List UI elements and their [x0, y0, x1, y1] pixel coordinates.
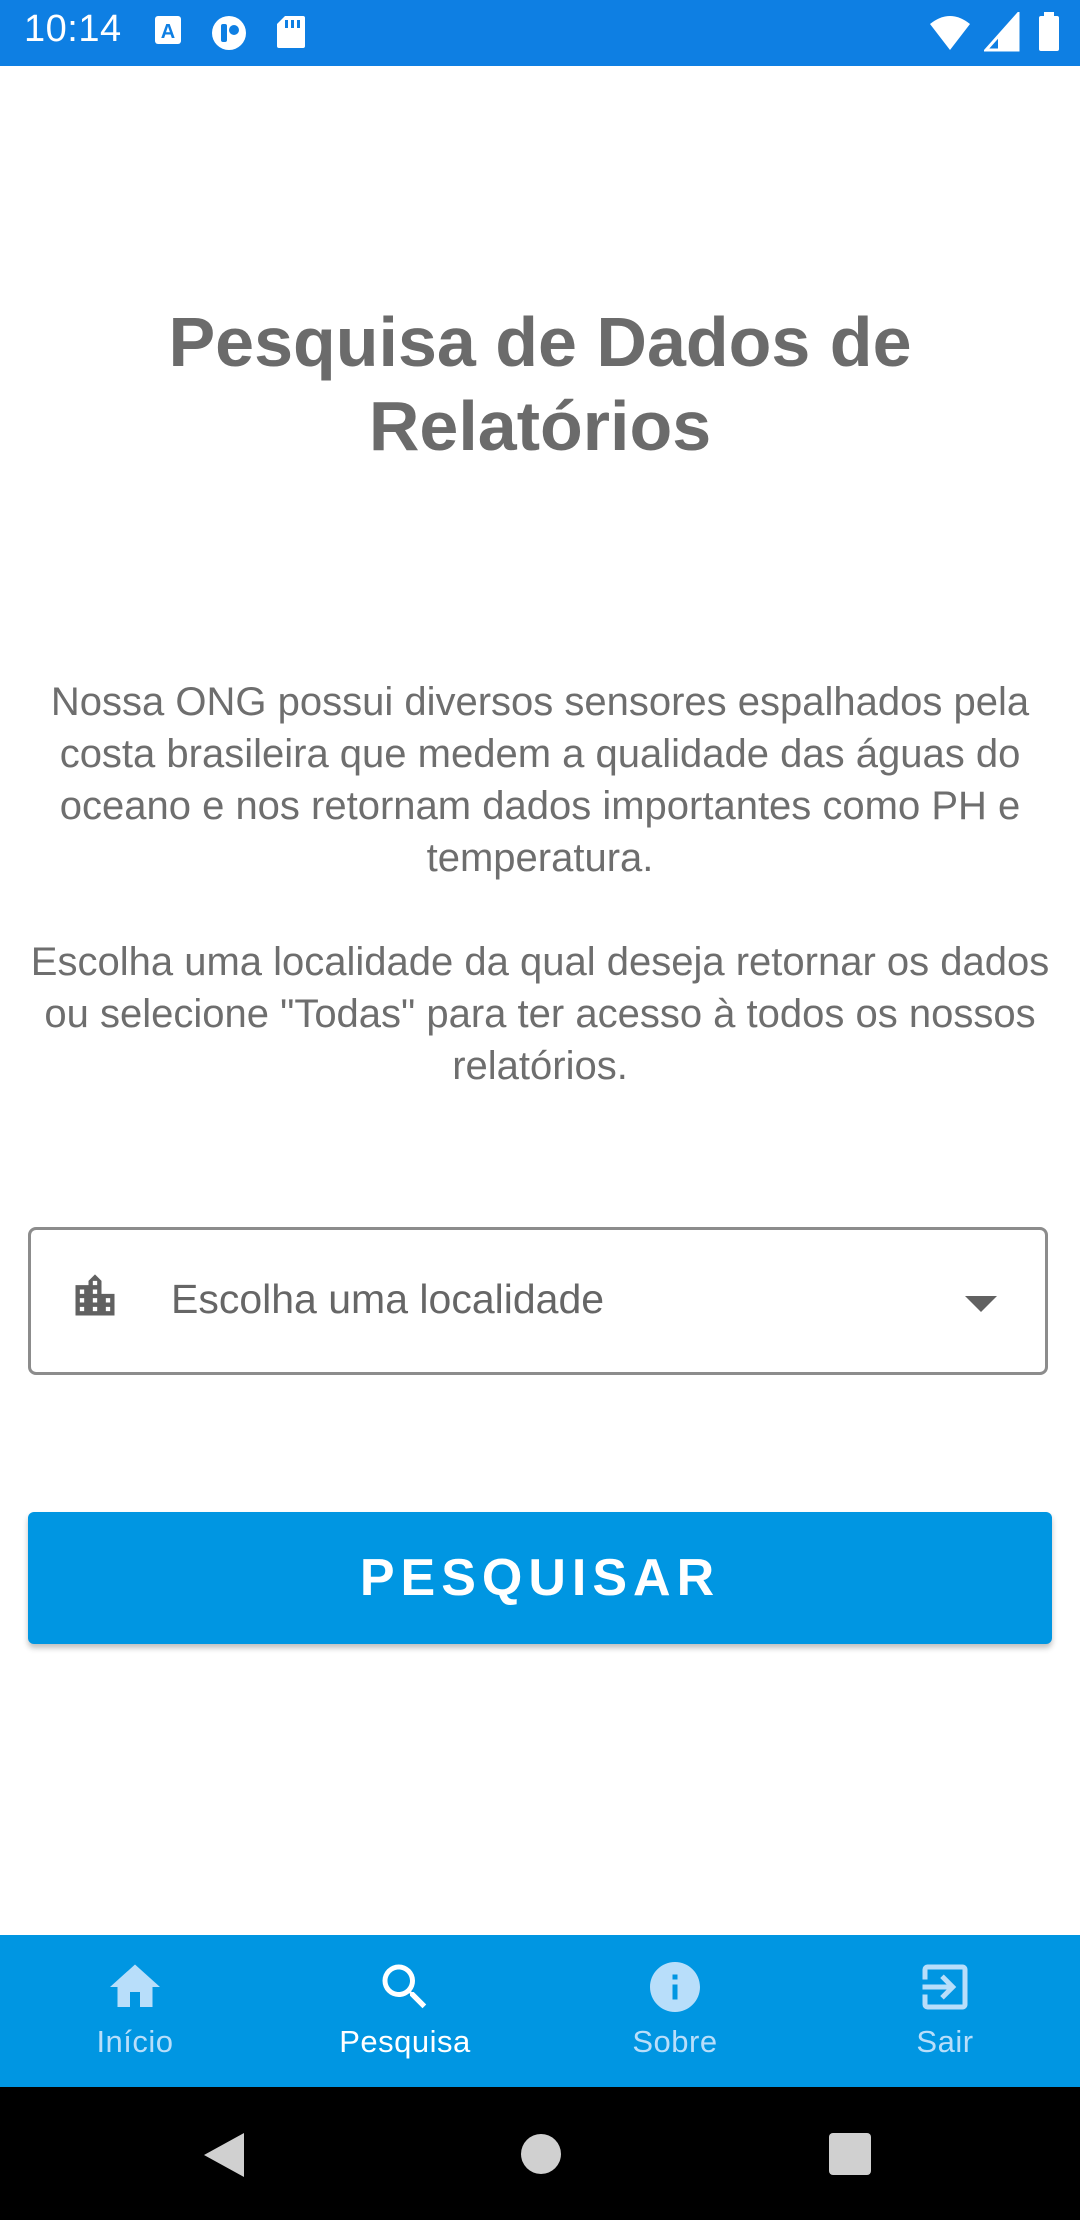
nav-label-sair: Sair [916, 2024, 974, 2059]
signal-icon [982, 10, 1020, 57]
battery-icon [1038, 12, 1060, 57]
description-paragraph-1: Nossa ONG possui diversos sensores espal… [50, 680, 1030, 880]
nav-item-inicio[interactable]: Início [0, 1935, 270, 2087]
text-a-icon: A [152, 14, 186, 53]
status-bar: 10:14 A [0, 0, 1080, 66]
city-icon [69, 1270, 121, 1327]
back-icon[interactable] [204, 2133, 246, 2182]
home-circle-icon[interactable] [520, 2133, 562, 2180]
page-title: Pesquisa de Dados de Relatórios [168, 303, 912, 465]
notification-app-icon [210, 14, 248, 57]
nav-item-pesquisa[interactable]: Pesquisa [270, 1935, 540, 2087]
description-paragraph-2: Escolha uma localidade da qual deseja re… [30, 940, 1050, 1088]
nav-label-inicio: Início [96, 2024, 174, 2059]
nav-item-sobre[interactable]: Sobre [540, 1935, 810, 2087]
sd-card-icon [275, 14, 307, 55]
location-select-placeholder: Escolha uma localidade [171, 1276, 605, 1322]
page-description: Nossa ONG possui diversos sensores espal… [20, 676, 1060, 1092]
dropdown-arrow-icon [965, 1296, 997, 1317]
status-right [929, 10, 1060, 57]
recents-icon[interactable] [829, 2133, 871, 2180]
svg-text:A: A [161, 21, 175, 43]
system-navigation-bar [0, 2087, 1080, 2220]
wifi-icon [929, 12, 971, 57]
nav-label-sobre: Sobre [632, 2024, 718, 2059]
search-icon [375, 1957, 435, 2022]
location-select[interactable]: Escolha uma localidade [28, 1227, 1048, 1375]
info-icon [645, 1957, 705, 2022]
search-button[interactable]: PESQUISAR [28, 1512, 1052, 1644]
home-icon [105, 1957, 165, 2022]
nav-label-pesquisa: Pesquisa [339, 2024, 471, 2059]
status-time: 10:14 [24, 8, 122, 50]
exit-icon [915, 1957, 975, 2022]
nav-item-sair[interactable]: Sair [810, 1935, 1080, 2087]
bottom-navigation: Início Pesquisa Sobre Sair [0, 1935, 1080, 2087]
